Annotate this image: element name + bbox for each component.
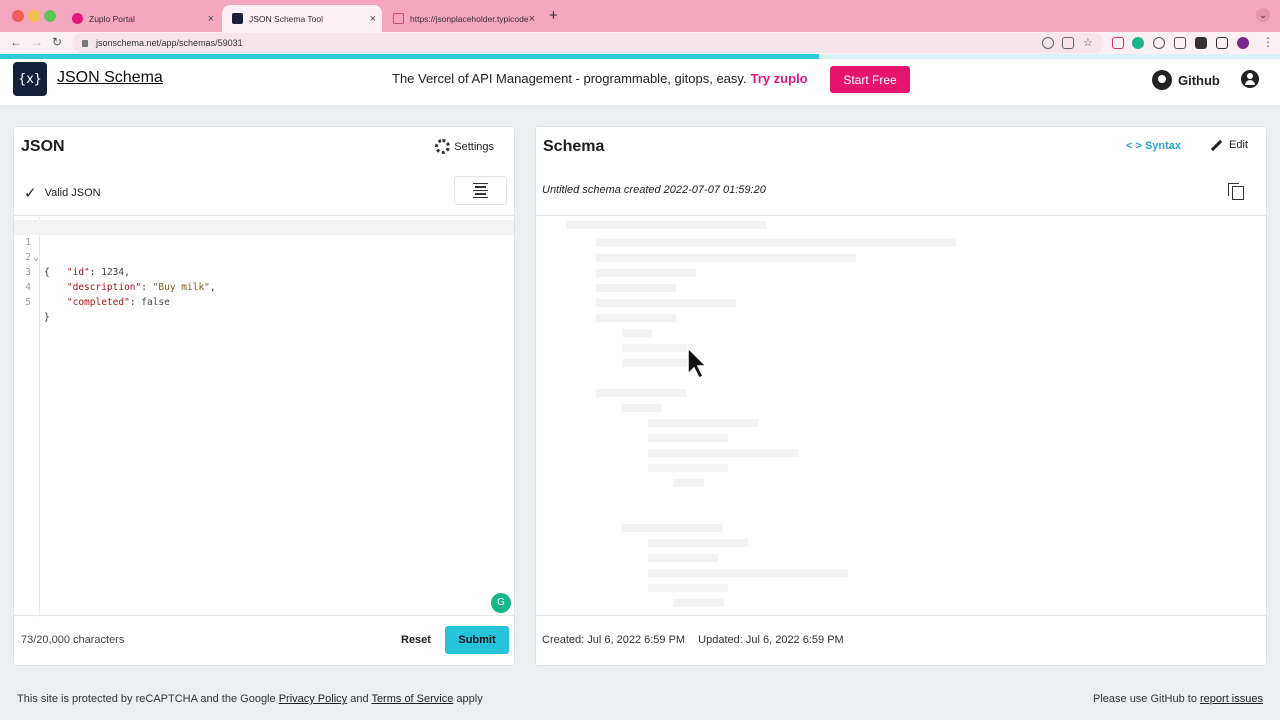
schema-panel-title: Schema — [543, 138, 605, 155]
new-tab-button[interactable]: + — [549, 7, 558, 24]
maximize-window-button[interactable] — [44, 10, 56, 22]
github-note-text: Please use GitHub to — [1093, 693, 1197, 705]
code-line[interactable]: 4 "completed": false — [14, 265, 514, 308]
reload-icon[interactable]: ↻ — [52, 35, 62, 49]
valid-label: Valid JSON — [44, 187, 101, 199]
pocket-extension-icon[interactable] — [1112, 37, 1124, 49]
privacy-policy-link[interactable]: Privacy Policy — [279, 693, 347, 705]
edit-button[interactable]: Edit — [1210, 139, 1248, 151]
pencil-icon — [1210, 139, 1223, 151]
browser-tab[interactable]: https://jsonplaceholder.typicode × — [383, 5, 541, 32]
mouse-cursor-icon — [687, 346, 708, 380]
page-footer: This site is protected by reCAPTCHA and … — [17, 693, 483, 705]
extension-icon[interactable] — [1153, 37, 1165, 49]
code-line[interactable]: 3 "description": "Buy milk", — [14, 250, 514, 293]
tab-label: Zuplo Portal — [89, 13, 135, 24]
try-zuplo-link[interactable]: Try zuplo — [751, 71, 808, 86]
browser-tab[interactable]: Zuplo Portal × — [62, 5, 220, 32]
json-value: false — [141, 297, 170, 308]
copy-icon[interactable] — [1228, 183, 1244, 200]
code-brackets-icon: < > — [1126, 140, 1142, 152]
share-icon[interactable] — [1062, 37, 1074, 49]
grammarly-extension-icon[interactable] — [1132, 37, 1144, 49]
schema-panel: Schema < > Syntax Edit Untitled schema c… — [535, 126, 1267, 666]
screenshot-extension-icon[interactable] — [1174, 37, 1186, 49]
zoom-icon[interactable] — [1042, 37, 1054, 49]
terms-of-service-link[interactable]: Terms of Service — [371, 693, 453, 705]
app-header: {x} JSON Schema The Vercel of API Manage… — [0, 59, 1280, 105]
json-panel-title: JSON — [21, 138, 65, 155]
sidebar-icon[interactable] — [1216, 37, 1228, 49]
close-tab-icon[interactable]: × — [208, 13, 214, 25]
schema-info-bar: Untitled schema created 2022-07-07 01:59… — [536, 171, 1266, 216]
check-icon: ✓ — [24, 185, 37, 202]
tab-search-icon[interactable]: ⌄ — [1256, 8, 1270, 22]
jsonschema-favicon-icon — [232, 13, 243, 24]
schema-name: Untitled schema created 2022-07-07 01:59… — [542, 184, 766, 196]
browser-tab-active[interactable]: JSON Schema Tool × — [222, 5, 382, 32]
apply-text: apply — [456, 693, 483, 705]
json-panel: JSON Settings ✓ Valid JSON 1 ⌄ { 2 "id":… — [13, 126, 515, 666]
profile-avatar[interactable] — [1237, 37, 1249, 49]
updated-date: Updated: Jul 6, 2022 6:59 PM — [698, 634, 844, 646]
line-number: 5 — [25, 297, 31, 308]
code-line[interactable]: 1 ⌄ { — [14, 220, 514, 278]
account-icon[interactable] — [1241, 70, 1259, 88]
schema-panel-footer: Created: Jul 6, 2022 6:59 PM Updated: Ju… — [536, 615, 1266, 665]
browser-tab-bar: Zuplo Portal × JSON Schema Tool × https:… — [0, 0, 1280, 32]
forward-arrow-icon[interactable]: → — [31, 35, 43, 49]
tab-label: JSON Schema Tool — [249, 13, 324, 24]
and-text: and — [350, 693, 369, 705]
minimize-window-button[interactable] — [28, 10, 40, 22]
json-status-bar: ✓ Valid JSON — [14, 171, 514, 216]
report-issues-note: Please use GitHub to report issues — [1093, 693, 1263, 705]
format-json-button[interactable] — [454, 176, 507, 205]
recaptcha-text: This site is protected by reCAPTCHA and … — [17, 693, 276, 705]
bookmark-star-icon[interactable]: ☆ — [1083, 37, 1095, 49]
character-count: 73/20,000 characters — [21, 634, 125, 646]
zuplo-favicon-icon — [72, 13, 83, 24]
browser-menu-icon[interactable]: ⋮ — [1262, 35, 1274, 49]
brand-link[interactable]: JSON Schema — [57, 69, 163, 87]
url-text: jsonschema.net/app/schemas/59031 — [96, 38, 243, 48]
schema-dates: Created: Jul 6, 2022 6:59 PM Updated: Ju… — [542, 634, 854, 646]
json-schema-logo[interactable]: {x} — [13, 62, 47, 96]
close-window-button[interactable] — [12, 10, 24, 22]
globe-favicon-icon — [393, 13, 404, 24]
report-issues-link[interactable]: report issues — [1200, 693, 1263, 705]
gear-icon — [435, 139, 451, 154]
json-panel-footer: 73/20,000 characters Reset Submit — [14, 615, 514, 665]
github-icon — [1152, 70, 1172, 90]
lock-icon — [82, 39, 88, 47]
settings-label: Settings — [454, 140, 494, 153]
settings-button[interactable]: Settings — [435, 139, 494, 154]
address-bar[interactable]: jsonschema.net/app/schemas/59031 — [72, 33, 1104, 53]
edit-label: Edit — [1229, 139, 1248, 151]
validity-status: ✓ Valid JSON — [24, 184, 101, 202]
syntax-label: Syntax — [1144, 140, 1182, 152]
tab-label: https://jsonplaceholder.typicode — [410, 13, 528, 24]
github-link[interactable]: Github — [1152, 70, 1220, 90]
created-date: Created: Jul 6, 2022 6:59 PM — [542, 634, 686, 646]
json-key: "completed" — [66, 297, 130, 308]
browser-toolbar: ← → ↻ jsonschema.net/app/schemas/59031 ☆… — [0, 32, 1280, 54]
schema-editor-loading — [536, 217, 1266, 617]
json-editor[interactable]: 1 ⌄ { 2 "id": 1234, 3 "description": "Bu… — [14, 217, 514, 617]
start-free-button[interactable]: Start Free — [830, 66, 910, 93]
code-line[interactable]: 5 } — [14, 280, 514, 323]
reset-button[interactable]: Reset — [401, 634, 431, 646]
submit-button[interactable]: Submit — [445, 626, 509, 654]
code-line[interactable]: 2 "id": 1234, — [14, 235, 514, 278]
promo-text: The Vercel of API Management - programma… — [392, 71, 747, 86]
code-text: } — [44, 312, 50, 323]
grammarly-icon[interactable]: G — [491, 593, 511, 613]
close-tab-icon[interactable]: × — [529, 13, 535, 25]
github-label: Github — [1178, 72, 1220, 88]
promo-banner: The Vercel of API Management - programma… — [392, 71, 808, 86]
close-tab-icon[interactable]: × — [370, 13, 376, 25]
puzzle-extensions-icon[interactable] — [1195, 37, 1207, 49]
syntax-toggle[interactable]: < > Syntax — [1126, 140, 1181, 152]
back-arrow-icon[interactable]: ← — [10, 35, 22, 49]
